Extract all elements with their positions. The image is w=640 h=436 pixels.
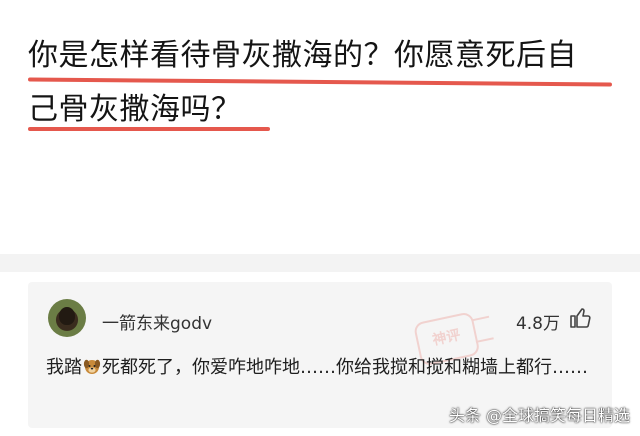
red-underline-1 [27,77,613,87]
question-title-line-2: 己骨灰撒海吗？ [28,92,242,127]
comment-body: 我踏 死都死了，你爱咋地咋地……你给我搅和搅和糊墙上都行…… [46,352,596,384]
like-count: 4.8万 [515,314,560,334]
comment-username[interactable]: 一箭东来godv [102,309,212,334]
section-divider [0,254,640,272]
source-watermark: 头条 @全球搞笑每日精选 [448,406,630,425]
thumbs-up-icon[interactable] [568,306,592,330]
question-panel: 你是怎样看待骨灰撒海的？你愿意死后自 己骨灰撒海吗？ [0,0,640,254]
red-underline-2 [28,127,270,131]
dog-icon [83,359,101,374]
user-avatar[interactable] [48,299,86,337]
comment-text-part-2: 死都死了，你爱咋地咋地……你给我搅和搅和糊墙上都行…… [102,357,588,378]
question-title-line-1: 你是怎样看待骨灰撒海的？你愿意死后自 [28,38,577,73]
screenshot-page: 你是怎样看待骨灰撒海的？你愿意死后自 己骨灰撒海吗？ 一箭东来godv 神评 4… [0,0,640,436]
badge-decoration [471,315,494,343]
comment-text-part-1: 我踏 [46,357,82,378]
